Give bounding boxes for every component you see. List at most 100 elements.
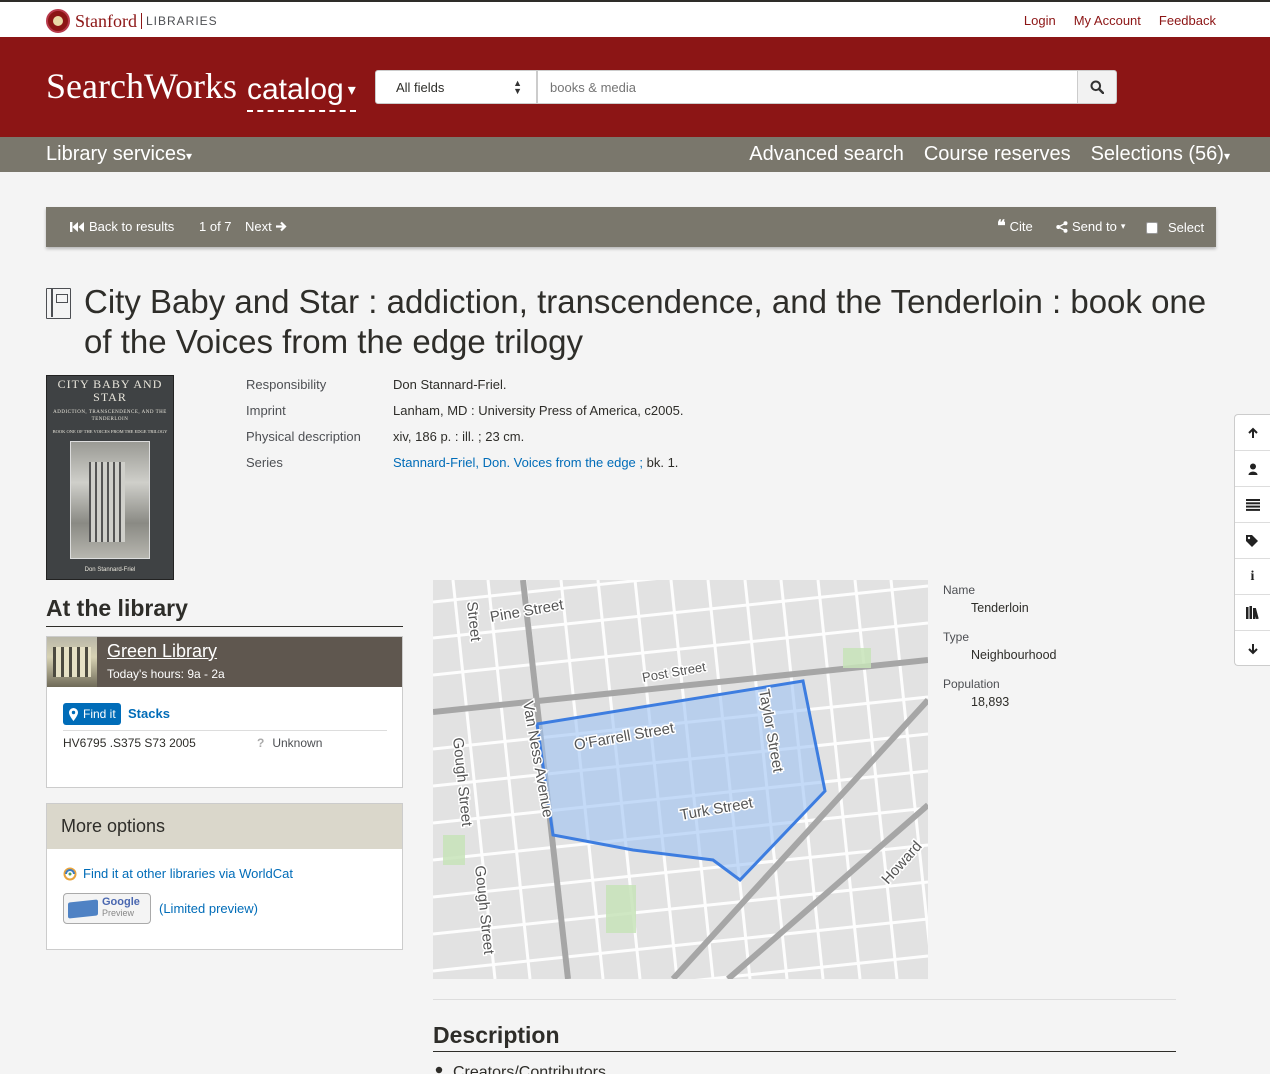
metadata-row: Physical description xiv, 186 p. : ill. … — [246, 429, 683, 455]
map-canvas[interactable]: Pine Street Post Street O'Farrell Street… — [433, 580, 928, 979]
jump-top-button[interactable] — [1235, 415, 1270, 451]
attr-label: Type — [943, 630, 970, 644]
library-services-label: Library services — [46, 143, 187, 165]
metadata-value: Stannard-Friel, Don. Voices from the edg… — [393, 455, 678, 481]
cover-title: CITY BABY AND STAR — [57, 377, 163, 404]
metadata-value: Lanham, MD : University Press of America… — [393, 403, 684, 418]
creators-contributors-heading: Creators/Contributors — [433, 1064, 606, 1074]
top-bar: Stanford LIBRARIES Login My Account Feed… — [0, 0, 1270, 37]
login-link[interactable]: Login — [1024, 13, 1056, 28]
next-button[interactable]: Next — [245, 219, 287, 234]
arrow-right-icon — [275, 221, 287, 232]
worldcat-link-row[interactable]: Find it at other libraries via WorldCat — [63, 866, 293, 881]
cite-button[interactable]: ❝ Cite — [997, 217, 1033, 235]
select-checkbox[interactable] — [1146, 221, 1158, 234]
library-panel: Green Library Today's hours: 9a - 2a Fin… — [46, 636, 403, 788]
attr-label: Name — [943, 583, 976, 597]
share-icon — [1056, 220, 1068, 233]
worldcat-link[interactable]: Find it at other libraries via WorldCat — [83, 866, 293, 881]
caret-down-icon: ▾ — [1120, 221, 1126, 231]
caret-down-icon: ▾ — [186, 149, 193, 163]
more-options-heading: More options — [47, 804, 402, 849]
location-stacks-link[interactable]: Stacks — [128, 706, 170, 721]
library-header: Green Library Today's hours: 9a - 2a — [47, 637, 402, 687]
brand-sub: LIBRARIES — [146, 14, 218, 28]
stanford-seal-icon — [46, 9, 70, 33]
arrow-down-icon — [1247, 644, 1258, 655]
series-link[interactable]: Stannard-Friel, Don. Voices from the edg… — [393, 455, 643, 470]
course-reserves-link[interactable]: Course reserves — [924, 143, 1071, 166]
my-account-link[interactable]: My Account — [1074, 13, 1141, 28]
searchworks-logo[interactable]: SearchWorks — [46, 65, 237, 107]
cover-photo — [70, 441, 150, 559]
top-links: Login My Account Feedback — [1024, 13, 1216, 28]
more-options-panel: More options Find it at other libraries … — [46, 803, 403, 950]
user-icon — [1248, 463, 1257, 475]
info-icon: i — [1250, 568, 1255, 584]
brand-divider — [141, 13, 142, 29]
place-attributes: Name Tenderloin Type Neighbourhood Popul… — [943, 583, 1057, 724]
books-icon — [1245, 606, 1259, 619]
nav-bar: Library services▾ Advanced search Course… — [0, 137, 1270, 172]
find-it-button[interactable]: Find it — [63, 703, 121, 725]
book-cover[interactable]: CITY BABY AND STAR ADDICTION, TRANSCENDE… — [46, 375, 174, 580]
availability-status: ? Unknown — [257, 736, 322, 750]
search-input[interactable] — [537, 70, 1078, 104]
library-services-menu[interactable]: Library services▾ — [46, 143, 192, 166]
caret-down-icon: ▾ — [1223, 149, 1230, 163]
jump-holdings-button[interactable] — [1235, 595, 1270, 631]
metadata-label: Series — [246, 455, 283, 470]
preview-word: Preview — [102, 908, 135, 918]
neighbourhood-map[interactable]: Pine Street Post Street O'Farrell Street… — [433, 580, 928, 979]
creators-contributors-label: Creators/Contributors — [453, 1064, 606, 1074]
search-field-value: All fields — [396, 80, 445, 95]
section-jump-nav: i — [1234, 414, 1270, 666]
select-label: Select — [1168, 220, 1205, 235]
select-toggle[interactable]: Select — [1146, 220, 1204, 235]
question-icon: ? — [257, 736, 265, 750]
library-name-link[interactable]: Green Library — [107, 641, 217, 662]
search-button[interactable] — [1077, 70, 1117, 104]
cover-subtitle: ADDICTION, TRANSCENDENCE, AND THE TENDER… — [53, 410, 167, 422]
cite-label: Cite — [1009, 219, 1033, 234]
masthead: SearchWorks catalog ▾ All fields ▲ ▼ — [0, 37, 1270, 137]
user-icon — [435, 1066, 443, 1074]
map-marker-icon — [69, 707, 78, 721]
library-thumbnail — [47, 637, 97, 687]
list-icon — [1245, 498, 1260, 511]
metadata-value: xiv, 186 p. : ill. ; 23 cm. — [393, 429, 525, 444]
search-icon — [1090, 80, 1104, 94]
metadata-row: Series Stannard-Friel, Don. Voices from … — [246, 455, 683, 481]
jump-contents-button[interactable] — [1235, 487, 1270, 523]
series-volume: bk. 1. — [643, 455, 679, 470]
catalog-dropdown[interactable]: catalog ▾ — [247, 73, 356, 113]
advanced-search-link[interactable]: Advanced search — [749, 143, 904, 166]
cover-author: Don Stannard-Friel — [84, 567, 136, 573]
nav-links: Advanced search Course reserves Selectio… — [749, 143, 1230, 166]
jump-bottom-button[interactable] — [1235, 631, 1270, 667]
next-label: Next — [245, 219, 272, 234]
google-preview-badge[interactable]: Google Preview — [63, 893, 151, 924]
metadata-label: Imprint — [246, 403, 286, 418]
find-it-label: Find it — [83, 707, 116, 721]
jump-subjects-button[interactable] — [1235, 523, 1270, 559]
feedback-link[interactable]: Feedback — [1159, 13, 1216, 28]
selections-menu[interactable]: Selections (56)▾ — [1091, 143, 1230, 166]
jump-details-button[interactable]: i — [1235, 559, 1270, 595]
metadata-label: Responsibility — [246, 377, 327, 392]
tags-icon — [1245, 534, 1258, 547]
send-to-menu[interactable]: Send to ▾ — [1056, 219, 1125, 234]
divider — [63, 730, 387, 731]
arrow-up-icon — [1247, 427, 1258, 438]
send-to-label: Send to — [1072, 219, 1117, 234]
stanford-libraries-logo[interactable]: Stanford LIBRARIES — [46, 9, 218, 33]
fast-backward-icon — [70, 221, 84, 232]
search-field-select[interactable]: All fields ▲ ▼ — [375, 70, 537, 104]
back-to-results-button[interactable]: Back to results — [70, 219, 174, 234]
status-text: Unknown — [272, 736, 323, 750]
quote-icon: ❝ — [997, 217, 1006, 235]
jump-contributors-button[interactable] — [1235, 451, 1270, 487]
limited-preview-link[interactable]: (Limited preview) — [159, 901, 258, 916]
metadata-row: Imprint Lanham, MD : University Press of… — [246, 403, 683, 429]
google-preview-row[interactable]: Google Preview (Limited preview) — [63, 893, 258, 924]
